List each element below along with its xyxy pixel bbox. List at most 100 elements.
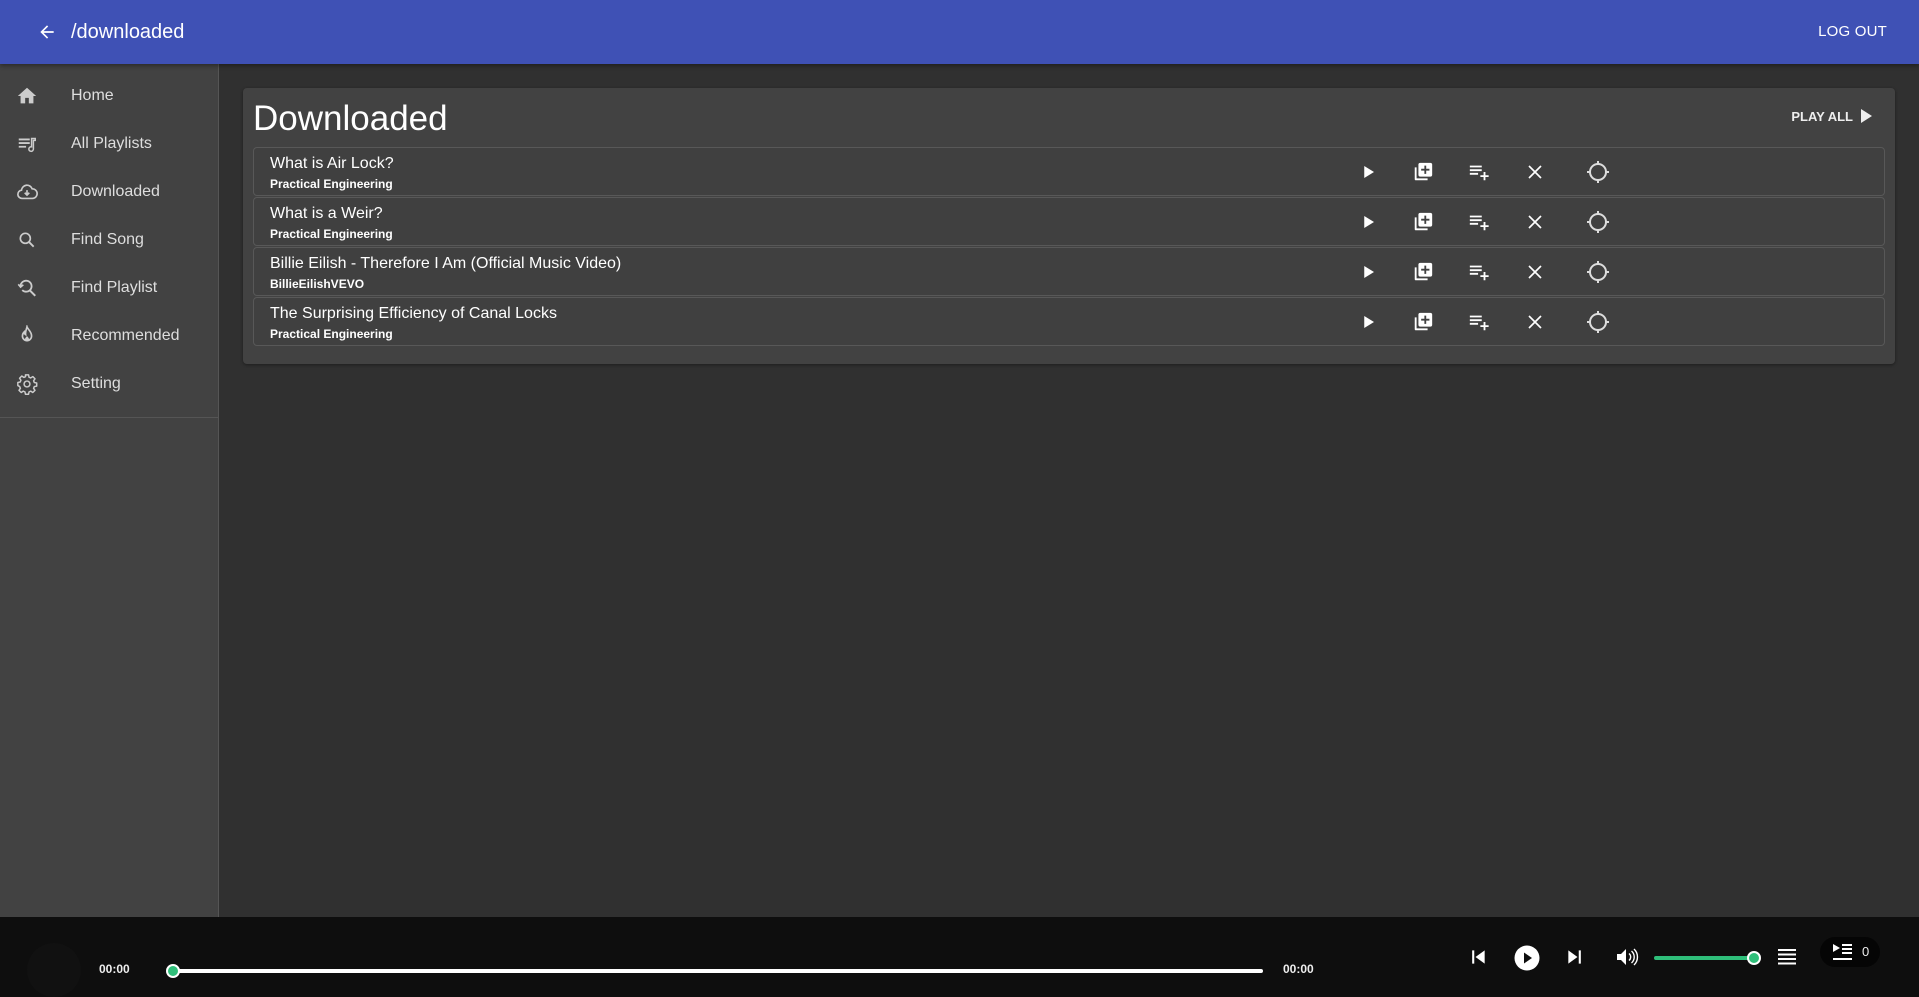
playlist-music-icon: [15, 132, 39, 156]
cloud-download-icon: [15, 180, 39, 204]
sidebar-item-find-song[interactable]: Find Song: [0, 216, 218, 264]
downloaded-card: Downloaded PLAY ALL What is Air Lock? Pra…: [243, 88, 1895, 364]
remove-song-button[interactable]: [1523, 160, 1547, 184]
library-add-icon: [1412, 161, 1434, 183]
back-button[interactable]: [33, 18, 61, 46]
page-path-title: /downloaded: [71, 21, 185, 43]
song-row[interactable]: What is Air Lock? Practical Engineering: [253, 147, 1885, 196]
current-time: 00:00: [99, 962, 130, 976]
close-icon: [1526, 263, 1544, 281]
song-channel: Practical Engineering: [270, 227, 393, 241]
search-icon: [15, 228, 39, 252]
sidebar-item-setting[interactable]: Setting: [0, 360, 218, 408]
play-song-button[interactable]: [1356, 160, 1380, 184]
library-add-icon: [1412, 311, 1434, 333]
add-to-playlist-button[interactable]: [1467, 160, 1491, 184]
library-add-icon: [1412, 211, 1434, 233]
playlist-add-icon: [1468, 261, 1490, 283]
volume-slider[interactable]: [1654, 951, 1761, 965]
song-channel: BillieEilishVEVO: [270, 277, 365, 291]
library-add-icon: [1412, 261, 1434, 283]
close-icon: [1526, 163, 1544, 181]
sidebar: Home All Playlists Downloaded Find Song …: [0, 64, 219, 917]
play-song-button[interactable]: [1356, 310, 1380, 334]
sidebar-item-home[interactable]: Home: [0, 72, 218, 120]
page-title: Downloaded: [253, 99, 448, 138]
locate-icon: [1586, 160, 1610, 184]
add-to-library-button[interactable]: [1411, 160, 1435, 184]
play-icon: [1359, 263, 1377, 281]
song-row[interactable]: What is a Weir? Practical Engineering: [253, 197, 1885, 246]
locate-icon: [1586, 210, 1610, 234]
playlist-add-icon: [1468, 311, 1490, 333]
queue-button[interactable]: 0: [1820, 937, 1880, 967]
play-icon: [1359, 213, 1377, 231]
play-icon: [1359, 313, 1377, 331]
add-to-playlist-button[interactable]: [1467, 260, 1491, 284]
play-icon: [1861, 109, 1872, 123]
locate-song-button[interactable]: [1586, 160, 1610, 184]
add-to-library-button[interactable]: [1411, 310, 1435, 334]
play-circle-icon: [1514, 945, 1540, 971]
remove-song-button[interactable]: [1523, 260, 1547, 284]
song-row[interactable]: Billie Eilish - Therefore I Am (Official…: [253, 247, 1885, 296]
song-title: What is a Weir?: [270, 205, 383, 222]
add-to-playlist-button[interactable]: [1467, 210, 1491, 234]
play-all-button[interactable]: PLAY ALL: [1791, 105, 1873, 127]
lyrics-button[interactable]: [1776, 946, 1798, 968]
add-to-library-button[interactable]: [1411, 210, 1435, 234]
next-button[interactable]: [1563, 945, 1587, 969]
song-title: The Surprising Efficiency of Canal Locks: [270, 305, 557, 322]
duration-time: 00:00: [1283, 962, 1314, 976]
search-history-icon: [15, 276, 39, 300]
skip-next-icon: [1568, 950, 1581, 964]
locate-song-button[interactable]: [1586, 310, 1610, 334]
add-to-playlist-button[interactable]: [1467, 310, 1491, 334]
locate-icon: [1586, 310, 1610, 334]
sidebar-divider: [0, 417, 218, 418]
add-to-library-button[interactable]: [1411, 260, 1435, 284]
volume-slider-handle[interactable]: [1747, 951, 1761, 965]
volume-up-icon: [1617, 948, 1639, 966]
previous-button[interactable]: [1466, 945, 1490, 969]
play-queue-icon: [1833, 944, 1852, 960]
fire-icon: [15, 324, 39, 348]
remove-song-button[interactable]: [1523, 310, 1547, 334]
song-channel: Practical Engineering: [270, 177, 393, 191]
play-song-button[interactable]: [1356, 210, 1380, 234]
sidebar-item-label: Home: [71, 87, 114, 104]
play-all-label: PLAY ALL: [1791, 108, 1853, 124]
close-icon: [1526, 213, 1544, 231]
locate-song-button[interactable]: [1586, 260, 1610, 284]
app-bar: /downloaded LOG OUT: [0, 0, 1919, 64]
skip-previous-icon: [1472, 950, 1485, 964]
sidebar-item-recommended[interactable]: Recommended: [0, 312, 218, 360]
sidebar-item-all-playlists[interactable]: All Playlists: [0, 120, 218, 168]
play-pause-button[interactable]: [1513, 944, 1541, 972]
remove-song-button[interactable]: [1523, 210, 1547, 234]
song-title: What is Air Lock?: [270, 155, 394, 172]
list-lines-icon: [1778, 949, 1796, 965]
sidebar-item-downloaded[interactable]: Downloaded: [0, 168, 218, 216]
song-row[interactable]: The Surprising Efficiency of Canal Locks…: [253, 297, 1885, 346]
volume-button[interactable]: [1614, 945, 1640, 969]
song-title: Billie Eilish - Therefore I Am (Official…: [270, 255, 622, 272]
playlist-add-icon: [1468, 211, 1490, 233]
queue-count: 0: [1862, 944, 1870, 959]
sidebar-item-label: Setting: [71, 375, 121, 392]
close-icon: [1526, 313, 1544, 331]
song-channel: Practical Engineering: [270, 327, 393, 341]
locate-song-button[interactable]: [1586, 210, 1610, 234]
sidebar-item-label: Recommended: [71, 327, 180, 344]
gear-icon: [15, 372, 39, 396]
sidebar-item-find-playlist[interactable]: Find Playlist: [0, 264, 218, 312]
seek-slider-handle[interactable]: [166, 964, 180, 978]
logout-button[interactable]: LOG OUT: [1818, 22, 1887, 42]
play-song-button[interactable]: [1356, 260, 1380, 284]
sidebar-item-label: Find Song: [71, 231, 144, 248]
arrow-left-icon: [40, 25, 54, 39]
seek-slider[interactable]: [166, 964, 1263, 978]
sidebar-item-label: All Playlists: [71, 135, 152, 152]
locate-icon: [1586, 260, 1610, 284]
play-icon: [1359, 163, 1377, 181]
